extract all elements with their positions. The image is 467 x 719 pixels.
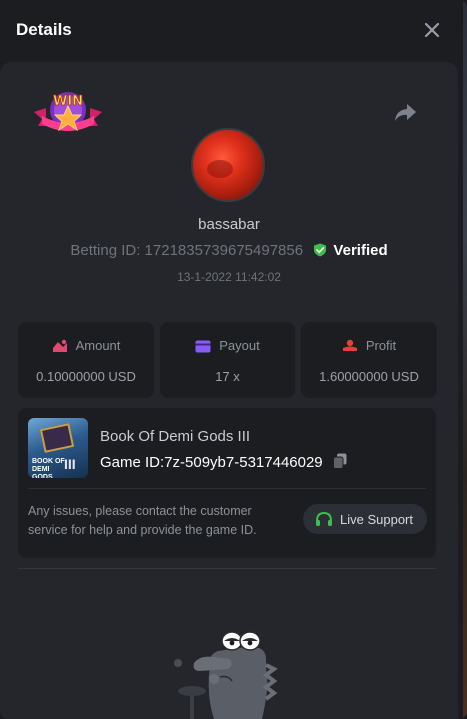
payout-card-icon <box>195 340 211 353</box>
thumb-numeral: III <box>64 456 76 472</box>
game-id-row: Game ID:7z-509yb7-5317446029 <box>100 453 347 471</box>
bet-datetime: 13-1-2022 11:42:02 <box>177 270 281 284</box>
verified-label: Verified <box>333 242 388 259</box>
headset-icon <box>316 511 332 526</box>
profit-icon <box>342 339 357 351</box>
game-card: BOOK OF DEMI GODS III Book Of Demi Gods … <box>18 408 436 558</box>
verified-shield-icon <box>314 243 327 257</box>
avatar <box>191 128 265 202</box>
amount-icon <box>52 339 67 352</box>
betting-id: Betting ID: 1721835739675497856 <box>70 242 304 259</box>
thumb-title: BOOK OF DEMI GODS <box>32 458 65 478</box>
game-thumbnail[interactable]: BOOK OF DEMI GODS III <box>28 418 88 478</box>
support-message: Any issues, please contact the customer … <box>28 504 257 537</box>
details-modal: Details WIN bassabar Betting ID: 1721835… <box>0 0 467 719</box>
stat-profit: Profit 1.60000000 USD <box>301 322 437 398</box>
game-id: Game ID:7z-509yb7-5317446029 <box>100 454 323 471</box>
share-icon[interactable] <box>392 102 418 124</box>
stat-amount-value: 0.10000000 USD <box>36 369 136 384</box>
modal-title: Details <box>16 20 72 39</box>
divider <box>28 488 426 489</box>
win-badge-text: WIN <box>53 94 83 109</box>
live-support-label: Live Support <box>340 512 413 527</box>
username: bassabar <box>198 216 260 233</box>
betting-id-row: Betting ID: 1721835739675497856 Verified <box>0 242 458 259</box>
modal-header: Details <box>0 0 467 60</box>
stat-amount: Amount 0.10000000 USD <box>18 322 154 398</box>
stat-profit-label: Profit <box>365 338 397 353</box>
stat-payout-label: Payout <box>219 338 260 353</box>
close-icon[interactable] <box>422 20 442 40</box>
stat-payout-value: 17 x <box>215 369 240 384</box>
stat-profit-value: 1.60000000 USD <box>319 369 419 384</box>
crocodile-mascot-icon <box>170 625 280 719</box>
stat-amount-label: Amount <box>75 338 121 353</box>
copy-icon[interactable] <box>332 453 347 469</box>
stat-payout: Payout 17 x <box>160 322 295 398</box>
book-art <box>39 423 75 453</box>
game-name[interactable]: Book Of Demi Gods III <box>100 428 250 445</box>
win-badge-icon: WIN <box>32 86 104 142</box>
background-edge <box>463 0 467 719</box>
live-support-button[interactable]: Live Support <box>303 504 427 534</box>
section-divider <box>18 568 436 569</box>
